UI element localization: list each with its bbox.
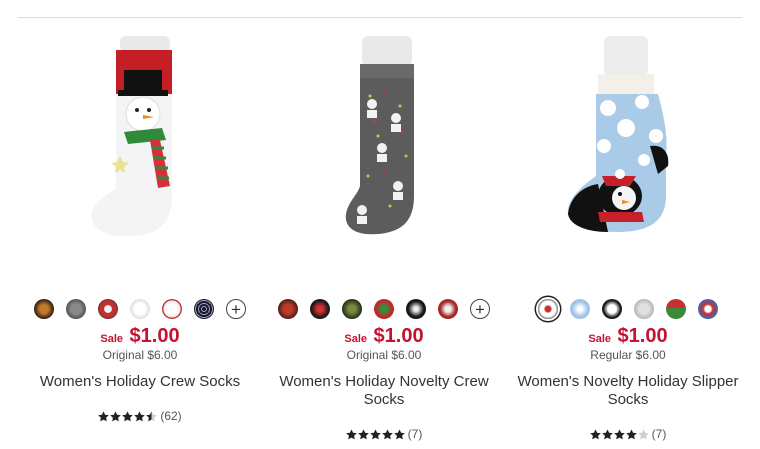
color-swatch[interactable] — [162, 299, 182, 319]
color-swatch[interactable] — [278, 299, 298, 319]
color-swatch[interactable] — [98, 299, 118, 319]
color-swatch[interactable] — [602, 299, 622, 319]
product-card[interactable]: + Sale $1.00 Original $6.00 Women's Holi… — [17, 36, 263, 423]
sale-label: Sale — [588, 333, 612, 345]
color-swatch[interactable] — [342, 299, 362, 319]
star-icon — [589, 428, 601, 439]
star-icon — [393, 428, 405, 439]
color-swatches: + — [17, 298, 263, 320]
original-price: Regular $6.00 — [590, 348, 666, 362]
star-icon — [357, 428, 369, 439]
star-icon — [625, 428, 637, 439]
sale-label: Sale — [344, 333, 368, 345]
original-price: Original $6.00 — [346, 348, 422, 362]
star-icon — [110, 410, 122, 421]
original-price: Original $6.00 — [102, 348, 178, 362]
color-swatch[interactable] — [66, 299, 86, 319]
star-rating — [589, 428, 649, 440]
star-icon — [134, 410, 146, 421]
star-icon — [613, 428, 625, 439]
color-swatch[interactable] — [34, 299, 54, 319]
product-image[interactable] — [17, 36, 263, 261]
color-swatches: + — [261, 298, 507, 320]
slipper-sock-image — [567, 36, 669, 232]
sale-price: $1.00 — [129, 325, 180, 347]
product-title[interactable]: Women's Holiday Novelty Crew Socks — [261, 373, 507, 409]
product-rating[interactable]: (62) — [17, 409, 263, 423]
price: Sale $1.00 — [17, 326, 263, 346]
product-rating[interactable]: (7) — [505, 427, 751, 441]
more-colors-button[interactable]: + — [470, 299, 490, 319]
sale-label: Sale — [100, 333, 124, 345]
product-title[interactable]: Women's Novelty Holiday Slipper Socks — [505, 373, 751, 409]
star-icon — [369, 428, 381, 439]
product-image[interactable] — [261, 36, 507, 261]
product-image[interactable] — [505, 36, 751, 261]
novelty-crew-sock-image — [345, 36, 414, 235]
color-swatch[interactable] — [666, 299, 686, 319]
product-card[interactable]: Sale $1.00 Regular $6.00 Women's Novelty… — [505, 36, 751, 441]
color-swatch[interactable] — [374, 299, 394, 319]
color-swatch[interactable] — [634, 299, 654, 319]
color-swatch[interactable] — [438, 299, 458, 319]
product-card[interactable]: + Sale $1.00 Original $6.00 Women's Holi… — [261, 36, 507, 441]
snowman-crew-sock-image — [91, 36, 172, 237]
color-swatch[interactable] — [310, 299, 330, 319]
star-rating — [98, 410, 158, 422]
price: Sale $1.00 — [261, 326, 507, 346]
sale-price: $1.00 — [373, 325, 424, 347]
color-swatch-selected[interactable] — [538, 299, 558, 319]
product-title[interactable]: Women's Holiday Crew Socks — [17, 373, 263, 391]
color-swatch[interactable] — [570, 299, 590, 319]
star-icon — [637, 428, 649, 439]
more-colors-button[interactable]: + — [226, 299, 246, 319]
star-icon — [345, 428, 357, 439]
rating-count: (62) — [160, 409, 182, 423]
color-swatch[interactable] — [194, 299, 214, 319]
star-icon — [381, 428, 393, 439]
star-icon — [98, 410, 110, 421]
color-swatch[interactable] — [406, 299, 426, 319]
sale-price: $1.00 — [617, 325, 668, 347]
star-icon — [146, 410, 158, 421]
rating-count: (7) — [407, 427, 423, 441]
star-rating — [345, 428, 405, 440]
color-swatch[interactable] — [698, 299, 718, 319]
product-rating[interactable]: (7) — [261, 427, 507, 441]
color-swatches — [505, 298, 751, 320]
price: Sale $1.00 — [505, 326, 751, 346]
color-swatch[interactable] — [130, 299, 150, 319]
star-icon — [122, 410, 134, 421]
rating-count: (7) — [651, 427, 667, 441]
star-icon — [601, 428, 613, 439]
product-grid: + Sale $1.00 Original $6.00 Women's Holi… — [0, 0, 760, 449]
